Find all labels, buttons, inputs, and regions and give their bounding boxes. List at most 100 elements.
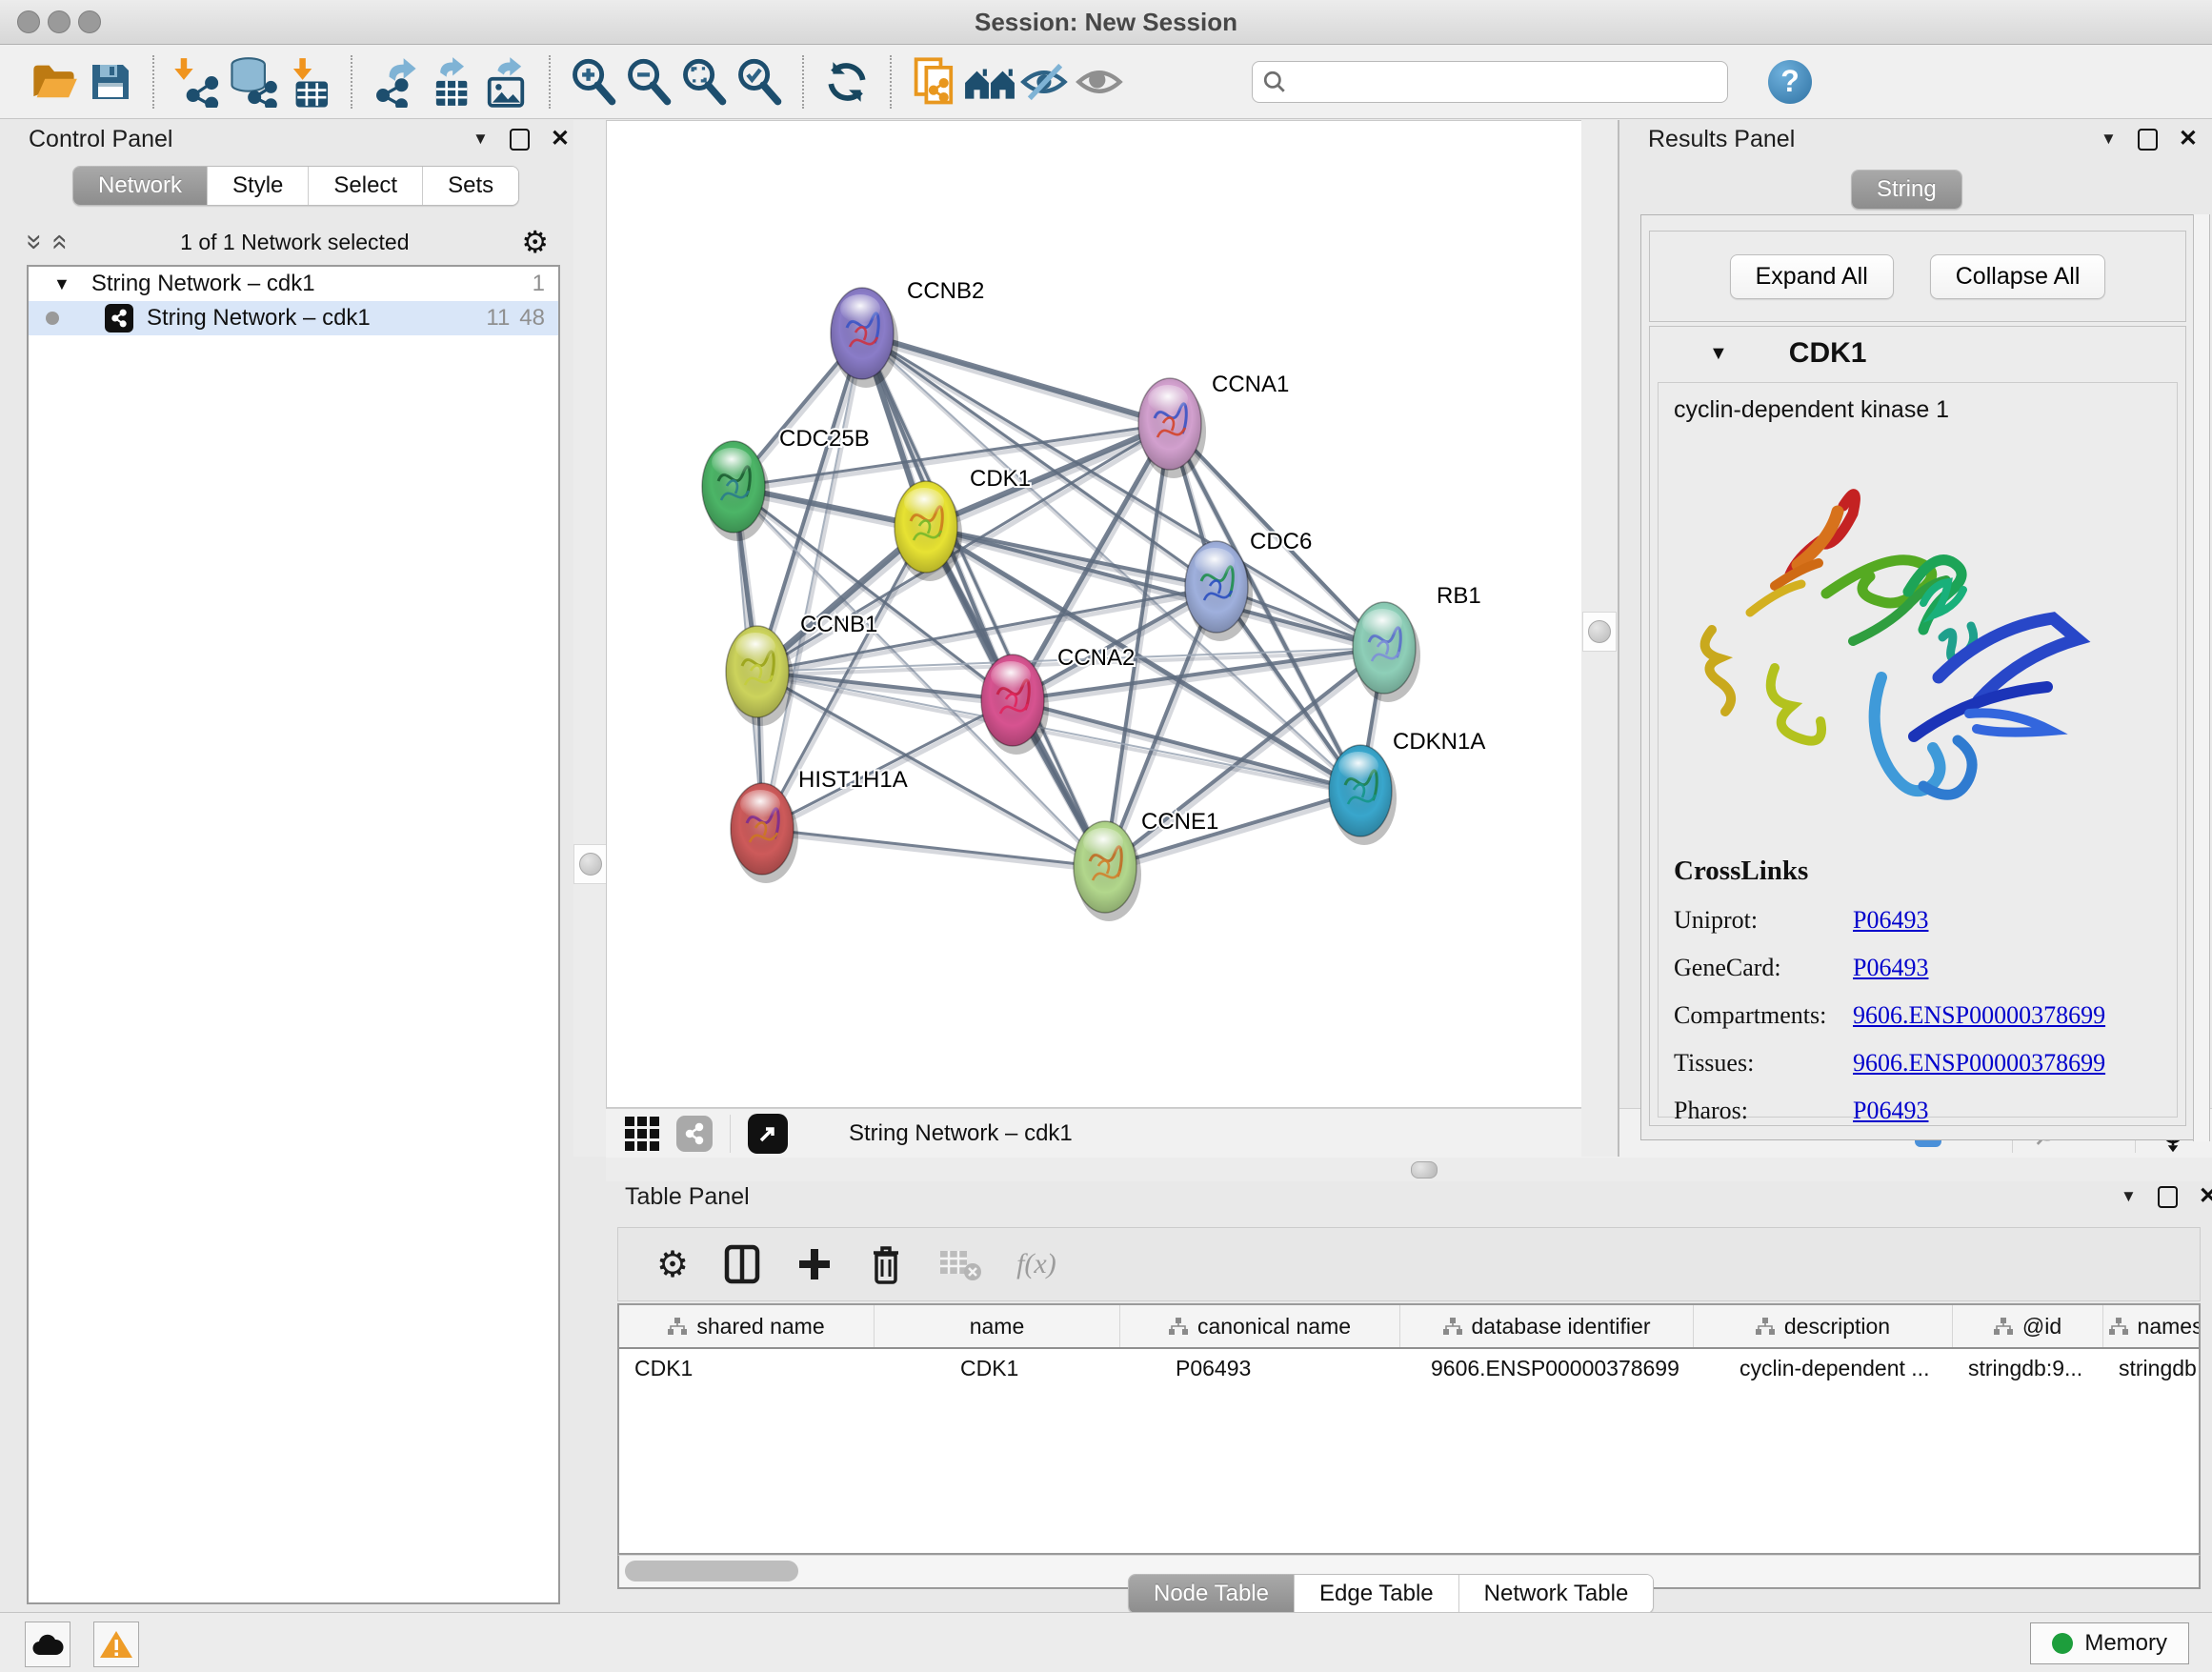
- table-panel-tabs: Node Table Edge Table Network Table: [1128, 1574, 1654, 1614]
- network-options-gear-icon[interactable]: ⚙: [521, 224, 549, 260]
- node-RB1[interactable]: [1353, 602, 1420, 702]
- close-panel-icon[interactable]: ✕: [551, 128, 570, 151]
- tab-style[interactable]: Style: [207, 167, 308, 205]
- collapse-all-networks-icon[interactable]: «: [46, 234, 74, 251]
- node-CCNE1[interactable]: [1074, 821, 1141, 921]
- float-panel-icon[interactable]: [2138, 129, 2158, 151]
- crosslink-row: Tissues: 9606.ENSP00000378699: [1674, 1049, 2177, 1078]
- right-splitter-handle[interactable]: [1582, 612, 1617, 652]
- crosslink-tissues-link[interactable]: 9606.ENSP00000378699: [1853, 1049, 2105, 1078]
- home-layout-button[interactable]: [962, 54, 1017, 110]
- right-splitter[interactable]: [1581, 120, 1619, 1157]
- panel-menu-caret-icon[interactable]: ▼: [473, 130, 489, 149]
- export-network-file-button[interactable]: [368, 54, 423, 110]
- panel-menu-caret-icon[interactable]: ▼: [2101, 130, 2117, 149]
- search-input[interactable]: [1287, 69, 1700, 95]
- collapse-entry-icon[interactable]: ▼: [1709, 343, 1728, 365]
- left-splitter-handle[interactable]: [573, 844, 608, 884]
- zoom-fit-button[interactable]: [676, 54, 732, 110]
- column-header-id[interactable]: @id: [1953, 1305, 2103, 1347]
- column-header-description[interactable]: description: [1694, 1305, 1953, 1347]
- network-row-selected[interactable]: String Network – cdk1 11 48: [29, 301, 558, 335]
- delete-column-trash-icon[interactable]: [868, 1243, 904, 1285]
- show-columns-icon[interactable]: [723, 1243, 761, 1285]
- zoom-in-button[interactable]: [566, 54, 621, 110]
- crosslink-genecard-link[interactable]: P06493: [1853, 954, 1928, 982]
- node-CCNA2[interactable]: [981, 655, 1049, 755]
- node-CCNB1[interactable]: [726, 626, 794, 726]
- table-row[interactable]: CDK1 CDK1 P06493 9606.ENSP00000378699 cy…: [619, 1349, 2199, 1387]
- crosslink-uniprot-link[interactable]: P06493: [1853, 906, 1928, 935]
- copy-style-button[interactable]: [907, 54, 962, 110]
- tab-node-table[interactable]: Node Table: [1129, 1575, 1294, 1613]
- tab-sets[interactable]: Sets: [422, 167, 518, 205]
- node-table[interactable]: shared name name canonical name database…: [617, 1303, 2201, 1555]
- cloud-status-button[interactable]: [25, 1622, 70, 1667]
- collection-expander-icon[interactable]: ▼: [53, 274, 70, 294]
- function-builder-icon: f(x): [1016, 1248, 1056, 1280]
- export-image-button[interactable]: [478, 54, 533, 110]
- control-panel-title: Control Panel: [29, 126, 172, 153]
- column-header-database-identifier[interactable]: database identifier: [1400, 1305, 1694, 1347]
- add-column-plus-icon[interactable]: [795, 1245, 834, 1283]
- crosslink-compartments-link[interactable]: 9606.ENSP00000378699: [1853, 1001, 2105, 1030]
- hide-selected-button[interactable]: [1017, 54, 1073, 110]
- column-header-canonical-name[interactable]: canonical name: [1120, 1305, 1400, 1347]
- collapse-all-button[interactable]: Collapse All: [1930, 254, 2106, 299]
- zoom-out-button[interactable]: [621, 54, 676, 110]
- window-status-bar: Memory: [0, 1612, 2212, 1672]
- left-splitter[interactable]: [573, 120, 606, 1157]
- birds-eye-grid-icon[interactable]: [623, 1115, 661, 1153]
- horizontal-splitter-handle[interactable]: [1411, 1161, 1438, 1178]
- float-panel-icon[interactable]: [510, 129, 530, 151]
- node-HIST1H1A[interactable]: [731, 783, 798, 883]
- tab-network-table[interactable]: Network Table: [1458, 1575, 1654, 1613]
- open-session-button[interactable]: [27, 54, 82, 110]
- node-CDKN1A[interactable]: [1329, 745, 1397, 845]
- table-settings-gear-icon[interactable]: ⚙: [656, 1243, 689, 1286]
- close-panel-icon[interactable]: ✕: [2199, 1185, 2212, 1208]
- show-all-button[interactable]: [1073, 54, 1128, 110]
- scrollbar-thumb[interactable]: [625, 1561, 798, 1581]
- edge-CCNA1-CDK1[interactable]: [926, 424, 1170, 527]
- import-table-file-button[interactable]: [280, 54, 335, 110]
- network-collection-row[interactable]: ▼ String Network – cdk1 1: [29, 267, 558, 301]
- column-header-name[interactable]: name: [875, 1305, 1120, 1347]
- export-table-file-button[interactable]: [423, 54, 478, 110]
- tab-select[interactable]: Select: [308, 167, 422, 205]
- crosslink-pharos-link[interactable]: P06493: [1853, 1097, 1928, 1125]
- help-button[interactable]: ?: [1768, 60, 1812, 104]
- refresh-button[interactable]: [819, 54, 875, 110]
- network-type-icon: [105, 304, 133, 332]
- memory-button[interactable]: Memory: [2030, 1622, 2189, 1664]
- close-panel-icon[interactable]: ✕: [2179, 128, 2198, 151]
- table-toolbar: ⚙ f(x): [617, 1227, 2201, 1301]
- node-result-header[interactable]: ▼ CDK1: [1650, 327, 2185, 380]
- edge-CCNB2-HIST1H1A[interactable]: [762, 333, 862, 829]
- import-network-database-button[interactable]: [225, 54, 280, 110]
- horizontal-splitter[interactable]: [606, 1158, 2212, 1181]
- expand-all-button[interactable]: Expand All: [1730, 254, 1894, 299]
- cell-description: cyclin-dependent ...: [1694, 1356, 1953, 1381]
- save-session-button[interactable]: [82, 54, 137, 110]
- node-CDC6[interactable]: [1185, 541, 1253, 641]
- panel-menu-caret-icon[interactable]: ▼: [2121, 1187, 2137, 1206]
- network-graph[interactable]: CCNB2CCNA1CDC25BCDK1CDC6RB1CCNB1CCNA2CDK…: [607, 121, 1603, 1107]
- export-table-icon: [426, 56, 475, 108]
- network-canvas[interactable]: CCNB2CCNA1CDC25BCDK1CDC6RB1CCNB1CCNA2CDK…: [606, 120, 1604, 1108]
- network-view-type-icon[interactable]: [676, 1116, 713, 1152]
- column-header-shared-name[interactable]: shared name: [619, 1305, 875, 1347]
- warnings-button[interactable]: [93, 1622, 139, 1667]
- tab-edge-table[interactable]: Edge Table: [1294, 1575, 1458, 1613]
- node-CCNB2[interactable]: [831, 288, 898, 388]
- zoom-selected-button[interactable]: [732, 54, 787, 110]
- save-floppy-icon: [87, 59, 132, 105]
- edge-HIST1H1A-CCNE1[interactable]: [762, 829, 1105, 867]
- import-network-file-button[interactable]: [170, 54, 225, 110]
- results-scrollbar[interactable]: [2193, 214, 2210, 1141]
- tab-network[interactable]: Network: [73, 167, 207, 205]
- tab-string[interactable]: String: [1852, 171, 1961, 209]
- float-panel-icon[interactable]: [2158, 1186, 2178, 1208]
- column-header-namespace[interactable]: namespace: [2103, 1305, 2201, 1347]
- detach-view-button[interactable]: [748, 1114, 788, 1154]
